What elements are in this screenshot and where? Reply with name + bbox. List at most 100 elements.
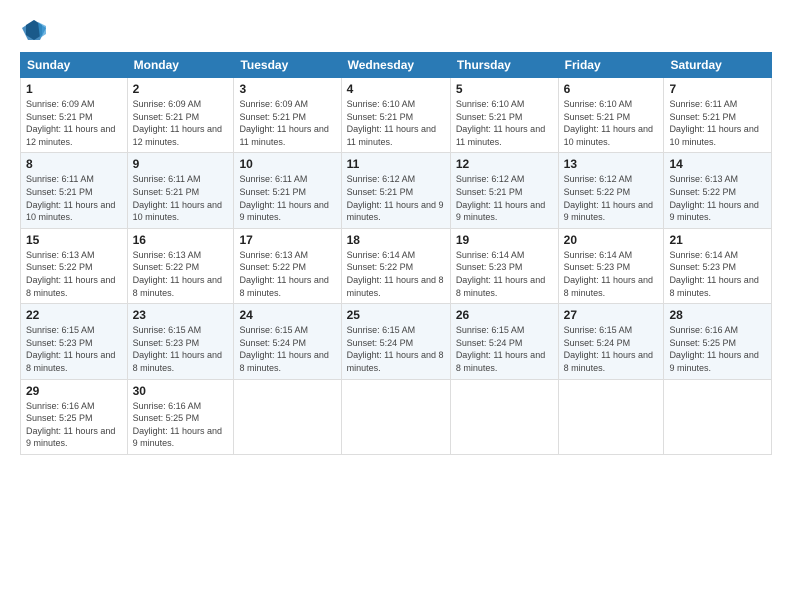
day-info: Sunrise: 6:11 AMSunset: 5:21 PMDaylight:… <box>133 173 229 223</box>
day-number: 4 <box>347 82 445 96</box>
header-wednesday: Wednesday <box>341 53 450 78</box>
day-number: 21 <box>669 233 766 247</box>
calendar-cell <box>234 379 341 454</box>
day-number: 22 <box>26 308 122 322</box>
calendar-cell: 18 Sunrise: 6:14 AMSunset: 5:22 PMDayligh… <box>341 228 450 303</box>
calendar-cell: 23Sunrise: 6:15 AMSunset: 5:23 PMDayligh… <box>127 304 234 379</box>
day-info: Sunrise: 6:15 AMSunset: 5:23 PMDaylight:… <box>26 324 122 374</box>
calendar-cell: 14 Sunrise: 6:13 AMSunset: 5:22 PMDayligh… <box>664 153 772 228</box>
day-info: Sunrise: 6:09 AMSunset: 5:21 PMDaylight:… <box>26 98 122 148</box>
calendar-cell: 28 Sunrise: 6:16 AMSunset: 5:25 PMDayligh… <box>664 304 772 379</box>
day-info: Sunrise: 6:11 AMSunset: 5:21 PMDaylight:… <box>26 173 122 223</box>
day-info: Sunrise: 6:16 AMSunset: 5:25 PMDaylight:… <box>669 324 766 374</box>
day-info: Sunrise: 6:15 AMSunset: 5:24 PMDaylight:… <box>239 324 335 374</box>
calendar-week-row: 15 Sunrise: 6:13 AMSunset: 5:22 PMDayligh… <box>21 228 772 303</box>
day-number: 23 <box>133 308 229 322</box>
day-number: 25 <box>347 308 445 322</box>
calendar-cell: 8 Sunrise: 6:11 AMSunset: 5:21 PMDaylight… <box>21 153 128 228</box>
day-info: Sunrise: 6:09 AMSunset: 5:21 PMDaylight:… <box>239 98 335 148</box>
day-number: 19 <box>456 233 553 247</box>
day-info: Sunrise: 6:10 AMSunset: 5:21 PMDaylight:… <box>347 98 445 148</box>
calendar-cell: 3Sunrise: 6:09 AMSunset: 5:21 PMDaylight… <box>234 78 341 153</box>
calendar-cell <box>664 379 772 454</box>
day-number: 9 <box>133 157 229 171</box>
day-number: 13 <box>564 157 659 171</box>
day-info: Sunrise: 6:13 AMSunset: 5:22 PMDaylight:… <box>26 249 122 299</box>
calendar-week-row: 8 Sunrise: 6:11 AMSunset: 5:21 PMDaylight… <box>21 153 772 228</box>
calendar-cell: 24 Sunrise: 6:15 AMSunset: 5:24 PMDayligh… <box>234 304 341 379</box>
calendar-cell: 19 Sunrise: 6:14 AMSunset: 5:23 PMDayligh… <box>450 228 558 303</box>
header-sunday: Sunday <box>21 53 128 78</box>
header-tuesday: Tuesday <box>234 53 341 78</box>
weekday-header-row: Sunday Monday Tuesday Wednesday Thursday… <box>21 53 772 78</box>
day-info: Sunrise: 6:16 AMSunset: 5:25 PMDaylight:… <box>26 400 122 450</box>
day-info: Sunrise: 6:13 AMSunset: 5:22 PMDaylight:… <box>239 249 335 299</box>
day-number: 15 <box>26 233 122 247</box>
day-number: 30 <box>133 384 229 398</box>
day-number: 28 <box>669 308 766 322</box>
calendar-cell: 2 Sunrise: 6:09 AMSunset: 5:21 PMDaylight… <box>127 78 234 153</box>
day-number: 24 <box>239 308 335 322</box>
calendar-table: Sunday Monday Tuesday Wednesday Thursday… <box>20 52 772 455</box>
day-number: 7 <box>669 82 766 96</box>
day-info: Sunrise: 6:15 AMSunset: 5:24 PMDaylight:… <box>347 324 445 374</box>
day-number: 18 <box>347 233 445 247</box>
day-info: Sunrise: 6:12 AMSunset: 5:22 PMDaylight:… <box>564 173 659 223</box>
day-number: 10 <box>239 157 335 171</box>
calendar-week-row: 1 Sunrise: 6:09 AMSunset: 5:21 PMDaylight… <box>21 78 772 153</box>
calendar-cell: 6Sunrise: 6:10 AMSunset: 5:21 PMDaylight… <box>558 78 664 153</box>
calendar-cell: 26 Sunrise: 6:15 AMSunset: 5:24 PMDayligh… <box>450 304 558 379</box>
calendar-cell: 27 Sunrise: 6:15 AMSunset: 5:24 PMDayligh… <box>558 304 664 379</box>
page: Sunday Monday Tuesday Wednesday Thursday… <box>0 0 792 612</box>
day-number: 27 <box>564 308 659 322</box>
day-info: Sunrise: 6:16 AMSunset: 5:25 PMDaylight:… <box>133 400 229 450</box>
calendar-cell: 12 Sunrise: 6:12 AMSunset: 5:21 PMDayligh… <box>450 153 558 228</box>
header-monday: Monday <box>127 53 234 78</box>
day-number: 29 <box>26 384 122 398</box>
day-number: 12 <box>456 157 553 171</box>
calendar-cell: 5 Sunrise: 6:10 AMSunset: 5:21 PMDaylight… <box>450 78 558 153</box>
header-saturday: Saturday <box>664 53 772 78</box>
day-info: Sunrise: 6:14 AMSunset: 5:23 PMDaylight:… <box>564 249 659 299</box>
day-number: 5 <box>456 82 553 96</box>
day-info: Sunrise: 6:15 AMSunset: 5:24 PMDaylight:… <box>564 324 659 374</box>
calendar-cell: 17Sunrise: 6:13 AMSunset: 5:22 PMDayligh… <box>234 228 341 303</box>
calendar-cell: 10 Sunrise: 6:11 AMSunset: 5:21 PMDayligh… <box>234 153 341 228</box>
day-number: 14 <box>669 157 766 171</box>
day-info: Sunrise: 6:09 AMSunset: 5:21 PMDaylight:… <box>133 98 229 148</box>
calendar-week-row: 29 Sunrise: 6:16 AMSunset: 5:25 PMDayligh… <box>21 379 772 454</box>
day-number: 1 <box>26 82 122 96</box>
day-info: Sunrise: 6:10 AMSunset: 5:21 PMDaylight:… <box>456 98 553 148</box>
calendar-cell: 30 Sunrise: 6:16 AMSunset: 5:25 PMDayligh… <box>127 379 234 454</box>
day-info: Sunrise: 6:11 AMSunset: 5:21 PMDaylight:… <box>239 173 335 223</box>
day-number: 8 <box>26 157 122 171</box>
day-info: Sunrise: 6:10 AMSunset: 5:21 PMDaylight:… <box>564 98 659 148</box>
calendar-cell: 7 Sunrise: 6:11 AMSunset: 5:21 PMDaylight… <box>664 78 772 153</box>
calendar-cell: 11 Sunrise: 6:12 AMSunset: 5:21 PMDayligh… <box>341 153 450 228</box>
calendar-cell: 15 Sunrise: 6:13 AMSunset: 5:22 PMDayligh… <box>21 228 128 303</box>
day-info: Sunrise: 6:12 AMSunset: 5:21 PMDaylight:… <box>347 173 445 223</box>
calendar-week-row: 22 Sunrise: 6:15 AMSunset: 5:23 PMDayligh… <box>21 304 772 379</box>
calendar-cell: 29 Sunrise: 6:16 AMSunset: 5:25 PMDayligh… <box>21 379 128 454</box>
day-number: 2 <box>133 82 229 96</box>
day-info: Sunrise: 6:13 AMSunset: 5:22 PMDaylight:… <box>133 249 229 299</box>
calendar-cell: 22 Sunrise: 6:15 AMSunset: 5:23 PMDayligh… <box>21 304 128 379</box>
day-info: Sunrise: 6:14 AMSunset: 5:22 PMDaylight:… <box>347 249 445 299</box>
day-info: Sunrise: 6:14 AMSunset: 5:23 PMDaylight:… <box>669 249 766 299</box>
calendar-cell: 21 Sunrise: 6:14 AMSunset: 5:23 PMDayligh… <box>664 228 772 303</box>
day-number: 16 <box>133 233 229 247</box>
day-info: Sunrise: 6:11 AMSunset: 5:21 PMDaylight:… <box>669 98 766 148</box>
logo <box>20 18 52 42</box>
header-thursday: Thursday <box>450 53 558 78</box>
day-info: Sunrise: 6:12 AMSunset: 5:21 PMDaylight:… <box>456 173 553 223</box>
calendar-cell: 16 Sunrise: 6:13 AMSunset: 5:22 PMDayligh… <box>127 228 234 303</box>
calendar-cell: 25 Sunrise: 6:15 AMSunset: 5:24 PMDayligh… <box>341 304 450 379</box>
generalblue-icon <box>20 18 48 42</box>
day-number: 26 <box>456 308 553 322</box>
day-info: Sunrise: 6:13 AMSunset: 5:22 PMDaylight:… <box>669 173 766 223</box>
day-info: Sunrise: 6:14 AMSunset: 5:23 PMDaylight:… <box>456 249 553 299</box>
day-info: Sunrise: 6:15 AMSunset: 5:24 PMDaylight:… <box>456 324 553 374</box>
day-number: 11 <box>347 157 445 171</box>
calendar-cell: 1 Sunrise: 6:09 AMSunset: 5:21 PMDaylight… <box>21 78 128 153</box>
calendar-cell: 20Sunrise: 6:14 AMSunset: 5:23 PMDayligh… <box>558 228 664 303</box>
